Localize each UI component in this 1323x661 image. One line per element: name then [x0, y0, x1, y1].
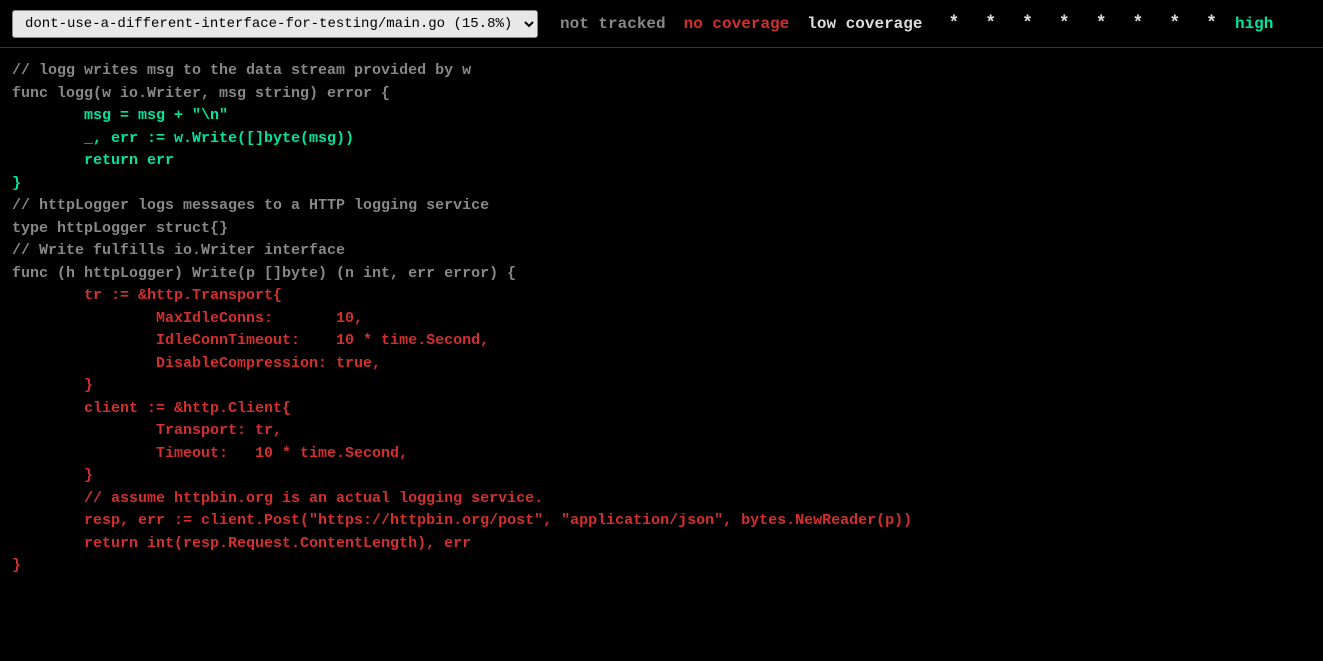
asterisk-icon: * — [985, 14, 996, 34]
legend-gradient-asterisks: * * * * * * * * — [948, 14, 1217, 34]
code-line: func logg(w io.Writer, msg string) error… — [12, 83, 1311, 106]
code-line: return err — [12, 150, 1311, 173]
code-line: type httpLogger struct{} — [12, 218, 1311, 241]
header-bar: dont-use-a-different-interface-for-testi… — [0, 0, 1323, 48]
asterisk-icon: * — [1169, 14, 1180, 34]
code-line: return int(resp.Request.ContentLength), … — [12, 533, 1311, 556]
legend-low-coverage: low coverage — [807, 15, 922, 33]
code-line: func (h httpLogger) Write(p []byte) (n i… — [12, 263, 1311, 286]
asterisk-icon: * — [948, 14, 959, 34]
asterisk-icon: * — [1022, 14, 1033, 34]
code-line: // httpLogger logs messages to a HTTP lo… — [12, 195, 1311, 218]
code-line: } — [12, 465, 1311, 488]
legend-not-tracked: not tracked — [560, 15, 666, 33]
code-line: } — [12, 173, 1311, 196]
code-line: // logg writes msg to the data stream pr… — [12, 60, 1311, 83]
code-line: _, err := w.Write([]byte(msg)) — [12, 128, 1311, 151]
code-line: } — [12, 555, 1311, 578]
legend-high: high — [1235, 15, 1273, 33]
asterisk-icon: * — [1096, 14, 1107, 34]
code-line: tr := &http.Transport{ — [12, 285, 1311, 308]
code-line: IdleConnTimeout: 10 * time.Second, — [12, 330, 1311, 353]
asterisk-icon: * — [1206, 14, 1217, 34]
code-line: // Write fulfills io.Writer interface — [12, 240, 1311, 263]
code-coverage-view: // logg writes msg to the data stream pr… — [0, 48, 1323, 590]
code-line: resp, err := client.Post("https://httpbi… — [12, 510, 1311, 533]
code-line: DisableCompression: true, — [12, 353, 1311, 376]
code-line: Transport: tr, — [12, 420, 1311, 443]
coverage-legend: not tracked no coverage low coverage * *… — [560, 14, 1273, 34]
code-line: Timeout: 10 * time.Second, — [12, 443, 1311, 466]
legend-no-coverage: no coverage — [684, 15, 790, 33]
code-line: client := &http.Client{ — [12, 398, 1311, 421]
code-line: MaxIdleConns: 10, — [12, 308, 1311, 331]
code-line: } — [12, 375, 1311, 398]
file-select-dropdown[interactable]: dont-use-a-different-interface-for-testi… — [12, 10, 538, 38]
code-line: msg = msg + "\n" — [12, 105, 1311, 128]
asterisk-icon: * — [1133, 14, 1144, 34]
code-line: // assume httpbin.org is an actual loggi… — [12, 488, 1311, 511]
asterisk-icon: * — [1059, 14, 1070, 34]
